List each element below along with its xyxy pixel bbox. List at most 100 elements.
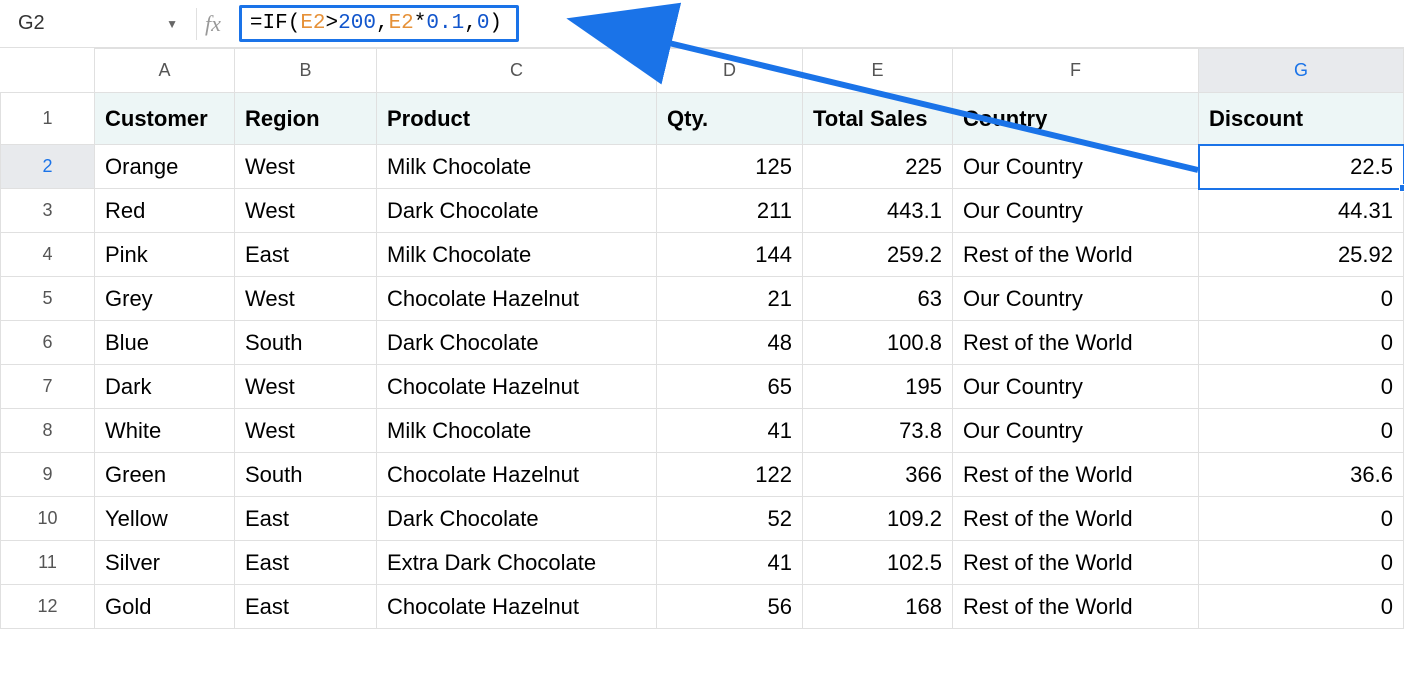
cell-A8[interactable]: White — [95, 409, 235, 453]
cell-C5[interactable]: Chocolate Hazelnut — [377, 277, 657, 321]
cell-C4[interactable]: Milk Chocolate — [377, 233, 657, 277]
cell-F11[interactable]: Rest of the World — [953, 541, 1199, 585]
cell-E12[interactable]: 168 — [803, 585, 953, 629]
cell-A10[interactable]: Yellow — [95, 497, 235, 541]
cell-D8[interactable]: 41 — [657, 409, 803, 453]
header-cell-F[interactable]: Country — [953, 93, 1199, 145]
cell-A11[interactable]: Silver — [95, 541, 235, 585]
cell-G9[interactable]: 36.6 — [1199, 453, 1404, 497]
cell-D11[interactable]: 41 — [657, 541, 803, 585]
column-header-C[interactable]: C — [377, 49, 657, 93]
cell-A3[interactable]: Red — [95, 189, 235, 233]
name-box-dropdown-icon[interactable]: ▼ — [166, 17, 178, 31]
row-header-5[interactable]: 5 — [1, 277, 95, 321]
cell-E7[interactable]: 195 — [803, 365, 953, 409]
formula-input[interactable]: =IF(E2>200,E2*0.1,0) — [239, 5, 519, 42]
row-header-4[interactable]: 4 — [1, 233, 95, 277]
select-all-corner[interactable] — [1, 49, 95, 93]
cell-G6[interactable]: 0 — [1199, 321, 1404, 365]
cell-F4[interactable]: Rest of the World — [953, 233, 1199, 277]
row-header-2[interactable]: 2 — [1, 145, 95, 189]
cell-F8[interactable]: Our Country — [953, 409, 1199, 453]
cell-B8[interactable]: West — [235, 409, 377, 453]
cell-G11[interactable]: 0 — [1199, 541, 1404, 585]
row-header-12[interactable]: 12 — [1, 585, 95, 629]
cell-F2[interactable]: Our Country — [953, 145, 1199, 189]
cell-B4[interactable]: East — [235, 233, 377, 277]
cell-C2[interactable]: Milk Chocolate — [377, 145, 657, 189]
name-box[interactable]: G2 ▼ — [8, 6, 188, 42]
cell-B10[interactable]: East — [235, 497, 377, 541]
row-header-6[interactable]: 6 — [1, 321, 95, 365]
cell-A4[interactable]: Pink — [95, 233, 235, 277]
row-header-10[interactable]: 10 — [1, 497, 95, 541]
cell-D10[interactable]: 52 — [657, 497, 803, 541]
cell-A6[interactable]: Blue — [95, 321, 235, 365]
header-cell-B[interactable]: Region — [235, 93, 377, 145]
column-header-B[interactable]: B — [235, 49, 377, 93]
cell-C3[interactable]: Dark Chocolate — [377, 189, 657, 233]
cell-F7[interactable]: Our Country — [953, 365, 1199, 409]
row-header-9[interactable]: 9 — [1, 453, 95, 497]
cell-D6[interactable]: 48 — [657, 321, 803, 365]
row-header-7[interactable]: 7 — [1, 365, 95, 409]
column-header-A[interactable]: A — [95, 49, 235, 93]
cell-C6[interactable]: Dark Chocolate — [377, 321, 657, 365]
cell-D3[interactable]: 211 — [657, 189, 803, 233]
column-header-D[interactable]: D — [657, 49, 803, 93]
row-header-11[interactable]: 11 — [1, 541, 95, 585]
column-header-E[interactable]: E — [803, 49, 953, 93]
cell-E5[interactable]: 63 — [803, 277, 953, 321]
cell-C12[interactable]: Chocolate Hazelnut — [377, 585, 657, 629]
cell-G2[interactable]: 22.5 — [1199, 145, 1404, 189]
cell-E9[interactable]: 366 — [803, 453, 953, 497]
cell-C10[interactable]: Dark Chocolate — [377, 497, 657, 541]
cell-D5[interactable]: 21 — [657, 277, 803, 321]
cell-E2[interactable]: 225 — [803, 145, 953, 189]
cell-C7[interactable]: Chocolate Hazelnut — [377, 365, 657, 409]
header-cell-A[interactable]: Customer — [95, 93, 235, 145]
cell-D9[interactable]: 122 — [657, 453, 803, 497]
cell-F9[interactable]: Rest of the World — [953, 453, 1199, 497]
column-header-G[interactable]: G — [1199, 49, 1404, 93]
cell-F5[interactable]: Our Country — [953, 277, 1199, 321]
cell-G4[interactable]: 25.92 — [1199, 233, 1404, 277]
cell-G8[interactable]: 0 — [1199, 409, 1404, 453]
cell-C11[interactable]: Extra Dark Chocolate — [377, 541, 657, 585]
cell-E6[interactable]: 100.8 — [803, 321, 953, 365]
cell-D12[interactable]: 56 — [657, 585, 803, 629]
cell-C9[interactable]: Chocolate Hazelnut — [377, 453, 657, 497]
cell-B11[interactable]: East — [235, 541, 377, 585]
cell-C8[interactable]: Milk Chocolate — [377, 409, 657, 453]
header-cell-C[interactable]: Product — [377, 93, 657, 145]
cell-E10[interactable]: 109.2 — [803, 497, 953, 541]
cell-A12[interactable]: Gold — [95, 585, 235, 629]
cell-F6[interactable]: Rest of the World — [953, 321, 1199, 365]
cell-E3[interactable]: 443.1 — [803, 189, 953, 233]
cell-B7[interactable]: West — [235, 365, 377, 409]
header-cell-D[interactable]: Qty. — [657, 93, 803, 145]
cell-G7[interactable]: 0 — [1199, 365, 1404, 409]
cell-F3[interactable]: Our Country — [953, 189, 1199, 233]
row-header-8[interactable]: 8 — [1, 409, 95, 453]
cell-E8[interactable]: 73.8 — [803, 409, 953, 453]
cell-D2[interactable]: 125 — [657, 145, 803, 189]
cell-F12[interactable]: Rest of the World — [953, 585, 1199, 629]
cell-D7[interactable]: 65 — [657, 365, 803, 409]
cell-B3[interactable]: West — [235, 189, 377, 233]
cell-E11[interactable]: 102.5 — [803, 541, 953, 585]
header-cell-E[interactable]: Total Sales — [803, 93, 953, 145]
cell-G10[interactable]: 0 — [1199, 497, 1404, 541]
cell-A7[interactable]: Dark — [95, 365, 235, 409]
cell-B5[interactable]: West — [235, 277, 377, 321]
cell-G12[interactable]: 0 — [1199, 585, 1404, 629]
cell-B12[interactable]: East — [235, 585, 377, 629]
cell-F10[interactable]: Rest of the World — [953, 497, 1199, 541]
spreadsheet-grid[interactable]: ABCDEFG 1CustomerRegionProductQty.Total … — [0, 48, 1404, 629]
cell-G5[interactable]: 0 — [1199, 277, 1404, 321]
cell-G3[interactable]: 44.31 — [1199, 189, 1404, 233]
row-header-3[interactable]: 3 — [1, 189, 95, 233]
cell-B9[interactable]: South — [235, 453, 377, 497]
cell-A2[interactable]: Orange — [95, 145, 235, 189]
cell-A9[interactable]: Green — [95, 453, 235, 497]
